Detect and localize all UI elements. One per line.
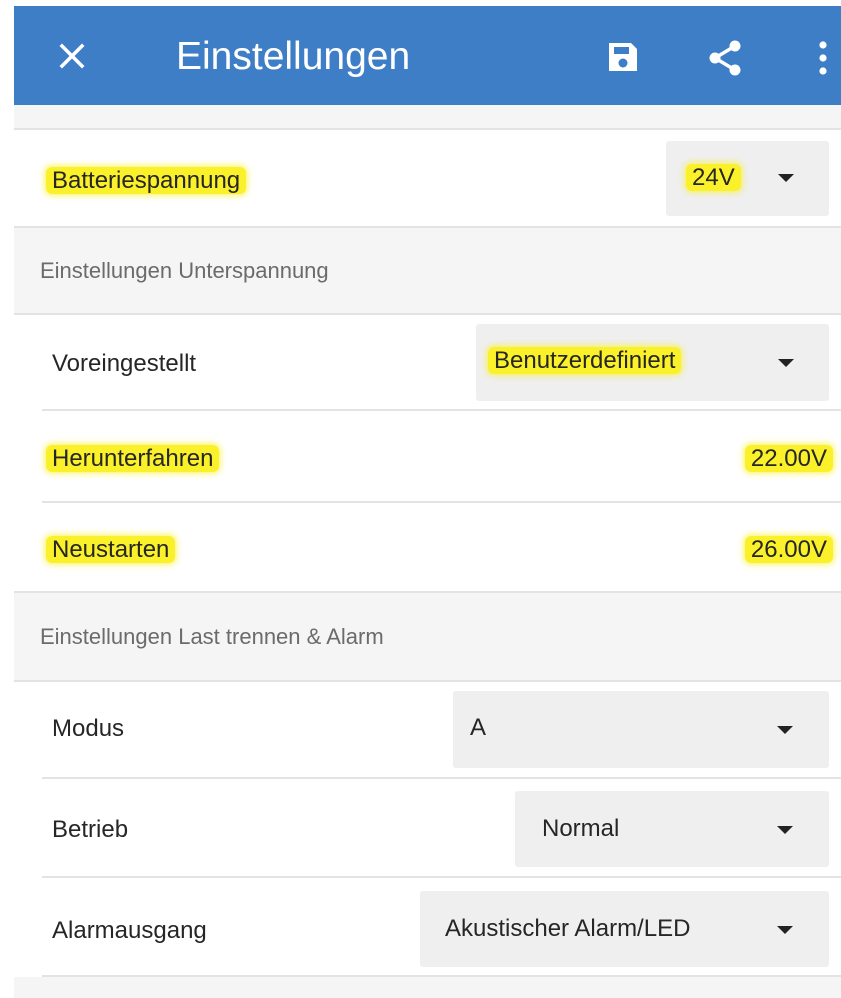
operation-label: Betrieb (52, 816, 129, 843)
shutdown-value[interactable]: 22.00V (744, 444, 833, 474)
alarm-output-value: Akustischer Alarm/LED (445, 915, 691, 942)
battery-voltage-value: 24V (686, 164, 741, 191)
restart-label: Neustarten (46, 535, 176, 565)
chevron-down-icon (777, 826, 793, 834)
chevron-down-icon (777, 726, 793, 734)
share-icon[interactable] (706, 38, 744, 78)
divider (42, 501, 841, 503)
mode-value: A (470, 714, 487, 741)
mode-label: Modus (52, 715, 125, 742)
section-title-load-alarm: Einstellungen Last trennen & Alarm (40, 624, 384, 649)
section-title-undervoltage: Einstellungen Unterspannung (40, 258, 329, 283)
battery-voltage-label: Batteriespannung (46, 166, 247, 196)
mode-dropdown[interactable]: A (453, 691, 829, 768)
divider (14, 313, 841, 315)
chevron-down-icon (778, 359, 794, 367)
battery-voltage-dropdown[interactable]: 24V (666, 141, 829, 216)
chevron-down-icon (777, 926, 793, 934)
alarm-output-label: Alarmausgang (52, 917, 207, 944)
preset-label: Voreingestellt (52, 350, 197, 377)
preset-dropdown[interactable]: Benutzerdefiniert (476, 324, 829, 401)
app-bar: Einstellungen (14, 6, 841, 105)
alarm-output-dropdown[interactable]: Akustischer Alarm/LED (420, 891, 829, 967)
close-icon[interactable] (56, 40, 88, 72)
divider (14, 680, 841, 682)
divider (42, 409, 841, 411)
save-icon[interactable] (605, 39, 641, 75)
chevron-down-icon (778, 174, 794, 182)
more-vert-icon[interactable] (816, 38, 830, 78)
page-title: Einstellungen (176, 35, 411, 78)
divider (42, 777, 841, 779)
bottom-spacer (14, 977, 841, 998)
top-spacer (14, 105, 841, 129)
restart-value[interactable]: 26.00V (744, 535, 833, 565)
operation-dropdown[interactable]: Normal (515, 791, 829, 867)
shutdown-label: Herunterfahren (46, 444, 220, 474)
operation-value: Normal (542, 815, 620, 842)
divider (42, 876, 841, 878)
preset-value: Benutzerdefiniert (488, 347, 682, 374)
